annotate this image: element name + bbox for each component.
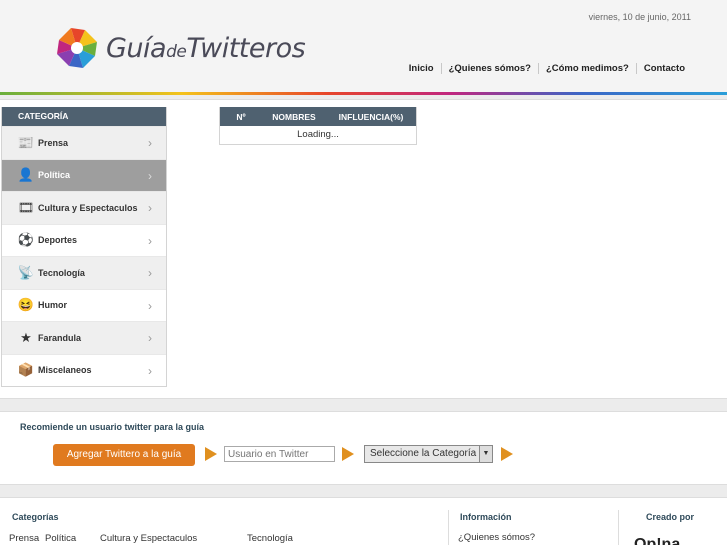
logo-word-guia: Guía — [106, 32, 167, 64]
pinwheel-logo-icon — [57, 28, 97, 68]
sidebar-item-label: Farandula — [38, 332, 82, 343]
nav-quienes-somos[interactable]: ¿Quienes sómos? — [440, 63, 538, 74]
sidebar-item-label: Humor — [38, 300, 67, 311]
footer-categorias-title: Categorías — [12, 512, 59, 522]
box-icon: 📦 — [17, 362, 35, 378]
main-nav: Inicio ¿Quienes sómos? ¿Cómo medimos? Co… — [402, 63, 692, 74]
footer-link-politica[interactable]: Política — [45, 533, 76, 544]
footer-divider — [618, 510, 619, 545]
chevron-right-icon: › — [148, 201, 152, 215]
ranking-table: Nº NOMBRES INFLUENCIA(%) Loading... — [219, 107, 417, 145]
col-names[interactable]: NOMBRES — [262, 112, 326, 122]
sidebar-item-deportes[interactable]: ⚽ Deportes › — [2, 223, 166, 257]
newspaper-icon: 📰 — [17, 134, 35, 150]
sidebar-item-label: Deportes — [38, 235, 78, 246]
chevron-right-icon: › — [148, 168, 152, 183]
footer: Categorías Prensa Política Cultura y Esp… — [0, 497, 727, 545]
nav-contacto[interactable]: Contacto — [635, 63, 692, 74]
category-select-value: Seleccione la Categoría — [370, 448, 477, 459]
add-twittero-button[interactable]: Agregar Twittero a la guía — [53, 444, 195, 466]
sidebar-item-cultura[interactable]: 🎞 Cultura y Espectaculos › — [2, 191, 166, 224]
chevron-down-icon[interactable]: ▼ — [479, 446, 492, 462]
footer-link-prensa[interactable]: Prensa — [9, 533, 39, 544]
logo-word-de: de — [166, 41, 187, 62]
sidebar-item-label: Política — [38, 170, 71, 181]
chevron-right-icon: › — [148, 298, 152, 313]
satellite-icon: 📡 — [17, 264, 35, 280]
sidebar-item-miscelaneos[interactable]: 📦 Miscelaneos › — [2, 353, 166, 387]
smiley-icon: 😆 — [17, 297, 35, 313]
chevron-right-icon: › — [148, 233, 152, 248]
category-select[interactable]: Seleccione la Categoría ▼ — [364, 445, 493, 463]
sidebar-item-tecnologia[interactable]: 📡 Tecnología › — [2, 256, 166, 289]
star-icon: ★ — [20, 329, 32, 345]
chevron-right-icon: › — [148, 363, 152, 378]
footer-creado-title: Creado por — [646, 512, 695, 522]
soccer-ball-icon: ⚽ — [17, 232, 35, 248]
footer-informacion-title: Información — [460, 512, 512, 522]
current-date: viernes, 10 de junio, 2011 — [588, 12, 691, 22]
logo-wordmark: GuíadeTwitteros — [106, 32, 306, 64]
creator-logo[interactable]: Op!na — [634, 536, 704, 545]
site-logo[interactable]: GuíadeTwitteros — [54, 25, 306, 71]
footer-link-cultura[interactable]: Cultura y Espectaculos — [100, 533, 197, 544]
politician-icon: 👤 — [17, 167, 35, 183]
loading-status: Loading... — [297, 129, 339, 140]
step-arrow-icon — [205, 447, 217, 461]
header: viernes, 10 de junio, 2011 GuíadeTwitter… — [0, 0, 727, 92]
category-sidebar: CATEGORÍA 📰 Prensa › 👤 Política › 🎞 Cultura y E… — [1, 107, 167, 387]
sidebar-item-politica[interactable]: 👤 Política › — [2, 158, 166, 191]
sidebar-item-farandula[interactable]: ★ Farandula › — [2, 321, 166, 354]
logo-word-twitteros: Twitteros — [186, 32, 306, 64]
twitter-user-input[interactable] — [224, 446, 335, 462]
category-heading: CATEGORÍA — [2, 107, 166, 126]
nav-como-medimos[interactable]: ¿Cómo medimos? — [537, 63, 636, 74]
chevron-right-icon: › — [148, 136, 152, 150]
recommend-title: Recomiende un usuario twitter para la gu… — [20, 422, 205, 432]
step-arrow-icon — [501, 447, 513, 461]
chevron-right-icon: › — [148, 331, 152, 345]
sidebar-item-prensa[interactable]: 📰 Prensa › — [2, 126, 166, 159]
col-number[interactable]: Nº — [220, 112, 262, 122]
sidebar-item-humor[interactable]: 😆 Humor › — [2, 288, 166, 322]
footer-link-tecnologia[interactable]: Tecnología — [247, 533, 293, 544]
ranking-header: Nº NOMBRES INFLUENCIA(%) — [220, 107, 416, 126]
footer-link-quienes-somos[interactable]: ¿Quienes sómos? — [458, 532, 535, 543]
nav-inicio[interactable]: Inicio — [402, 63, 441, 74]
recommend-section: Recomiende un usuario twitter para la gu… — [0, 411, 727, 485]
chevron-right-icon: › — [148, 266, 152, 280]
footer-divider — [448, 510, 449, 545]
main-content: CATEGORÍA 📰 Prensa › 👤 Política › 🎞 Cultura y E… — [0, 99, 727, 399]
sidebar-item-label: Miscelaneos — [38, 365, 92, 376]
sidebar-item-label: Tecnología — [38, 267, 85, 278]
film-reel-icon: 🎞 — [17, 199, 35, 215]
sidebar-item-label: Prensa — [38, 137, 69, 148]
col-influence[interactable]: INFLUENCIA(%) — [326, 112, 416, 122]
step-arrow-icon — [342, 447, 354, 461]
rainbow-divider — [0, 92, 727, 95]
sidebar-item-label: Cultura y Espectaculos — [38, 202, 138, 213]
